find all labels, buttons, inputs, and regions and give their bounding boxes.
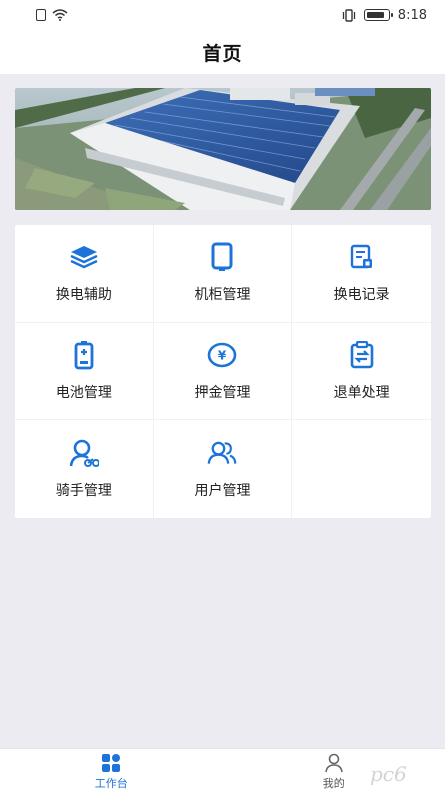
page-title: 首页	[202, 42, 243, 65]
status-right: 8:18	[342, 8, 427, 23]
vibrate-icon	[342, 8, 355, 22]
return-order-icon	[347, 340, 377, 370]
svg-text:¥: ¥	[218, 348, 227, 362]
menu-item-label: 换电记录	[333, 287, 390, 304]
menu-item-cabinet[interactable]: 机柜管理	[153, 225, 293, 323]
menu-item-label: 退单处理	[333, 384, 390, 401]
layers-icon	[69, 242, 99, 272]
status-bar: 8:18	[0, 0, 445, 30]
person-icon	[324, 753, 343, 773]
menu-item-label: 机柜管理	[194, 287, 251, 304]
record-icon	[347, 242, 377, 272]
status-time: 8:18	[397, 7, 427, 23]
menu-item-swap-record[interactable]: 换电记录	[292, 225, 431, 323]
rider-icon	[69, 438, 99, 468]
nav-bar: 首页	[0, 30, 445, 74]
users-icon	[207, 438, 237, 468]
status-left	[36, 9, 68, 21]
tab-label: 工作台	[94, 777, 128, 790]
menu-grid: 换电辅助 机柜管理 换电记录 电池管理 ¥ 押金管理 退单处理 骑手管理 用户管…	[15, 225, 431, 518]
menu-item-refund[interactable]: 退单处理	[292, 323, 431, 421]
tab-workbench[interactable]: 工作台	[0, 749, 223, 795]
tab-mine[interactable]: 我的	[223, 749, 445, 795]
menu-item-label: 押金管理	[194, 384, 251, 401]
banner-image[interactable]	[15, 88, 431, 210]
wifi-icon	[52, 9, 68, 21]
battery-manage-icon	[69, 340, 99, 370]
grid-icon	[102, 754, 121, 772]
watermark: pc6	[370, 762, 407, 786]
cabinet-icon	[207, 242, 237, 272]
menu-empty-cell	[292, 420, 431, 518]
menu-item-rider[interactable]: 骑手管理	[15, 420, 154, 518]
menu-item-label: 用户管理	[194, 483, 251, 500]
yen-icon: ¥	[207, 340, 237, 370]
sim-icon	[36, 9, 46, 21]
battery-icon	[363, 9, 393, 21]
menu-item-users[interactable]: 用户管理	[154, 420, 293, 518]
menu-item-battery[interactable]: 电池管理	[15, 322, 154, 421]
tab-label: 我的	[322, 777, 345, 790]
menu-item-label: 电池管理	[55, 384, 112, 401]
menu-item-deposit[interactable]: ¥ 押金管理	[153, 322, 293, 421]
menu-item-swap-assist[interactable]: 换电辅助	[15, 225, 154, 323]
solar-factory-aerial-photo	[15, 88, 431, 210]
menu-item-label: 骑手管理	[55, 483, 112, 500]
menu-item-label: 换电辅助	[55, 287, 112, 304]
